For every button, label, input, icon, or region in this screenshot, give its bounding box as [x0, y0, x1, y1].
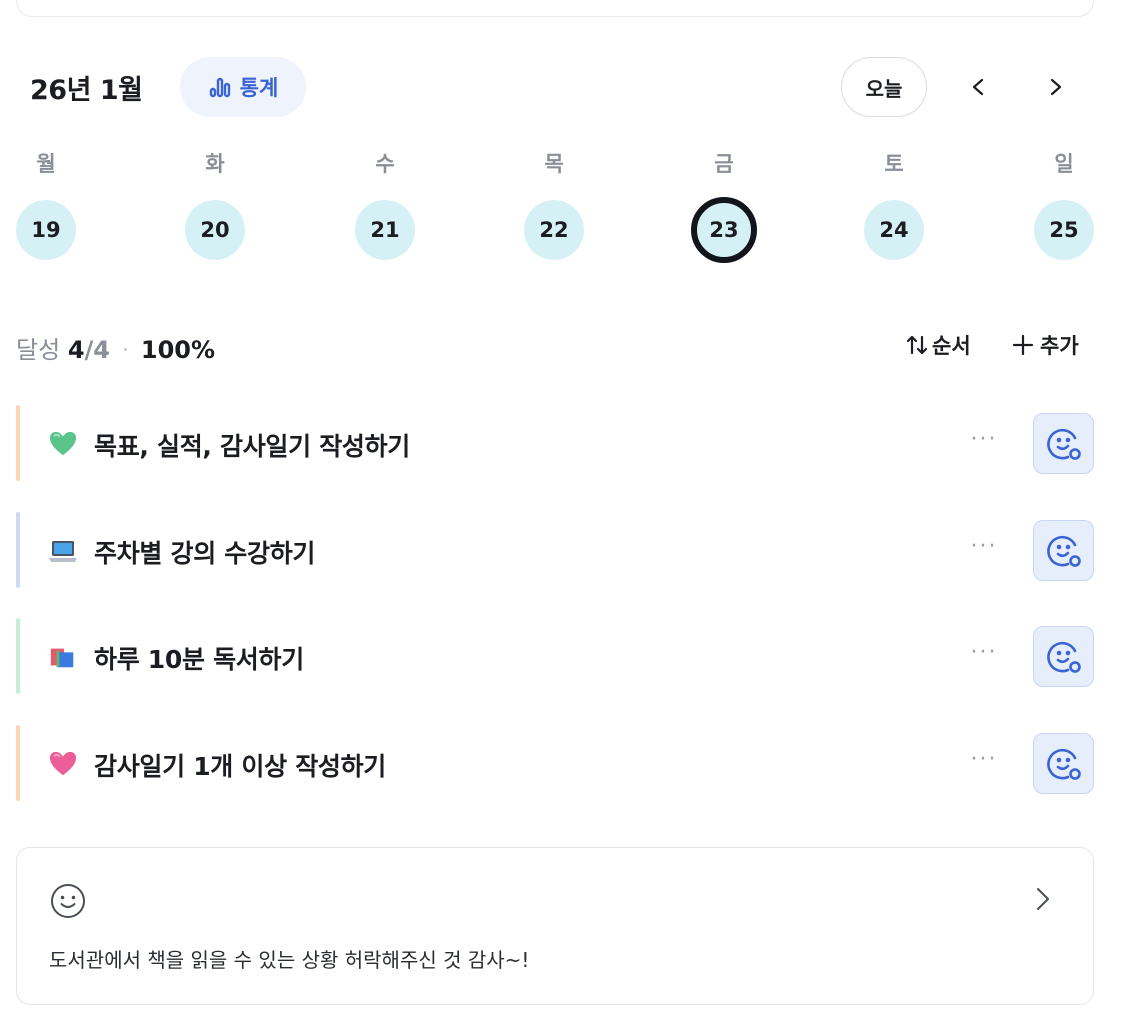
- weekday-sat: 토: [884, 152, 904, 176]
- bar-chart-icon: [209, 77, 230, 98]
- note-text: 도서관에서 책을 읽을 수 있는 상황 허락해주신 것 감사~!: [49, 948, 530, 972]
- add-habit-button[interactable]: 추가: [1012, 330, 1079, 360]
- habit-check-button[interactable]: [1033, 520, 1094, 581]
- month-title: 26년 1월: [30, 75, 143, 106]
- habit-item[interactable]: 목표, 실적, 감사일기 작성하기 ···: [16, 405, 1094, 481]
- habit-item[interactable]: 주차별 강의 수강하기 ···: [16, 512, 1094, 588]
- achievement-percent: 100%: [140, 336, 216, 364]
- habit-color-bar: [16, 512, 20, 588]
- more-options-button[interactable]: ···: [964, 427, 1004, 457]
- day-19[interactable]: 19: [16, 200, 76, 260]
- habit-item[interactable]: 감사일기 1개 이상 작성하기 ···: [16, 725, 1094, 801]
- weekday-sun: 일: [1054, 152, 1074, 176]
- habit-check-button[interactable]: [1033, 413, 1094, 474]
- day-21[interactable]: 21: [355, 200, 415, 260]
- more-options-button[interactable]: ···: [964, 534, 1004, 564]
- habit-check-button[interactable]: [1033, 626, 1094, 687]
- weekday-mon: 월: [36, 152, 56, 176]
- weekday-wed: 수: [375, 152, 395, 176]
- reorder-button[interactable]: 순서: [906, 330, 971, 360]
- habit-color-bar: [16, 405, 20, 481]
- chevron-right-icon: [1037, 888, 1049, 910]
- gratitude-note-card[interactable]: 도서관에서 책을 읽을 수 있는 상황 허락해주신 것 감사~!: [16, 847, 1094, 1005]
- achievement-done: 4: [67, 336, 85, 364]
- previous-card: [16, 0, 1094, 17]
- smile-icon: [51, 884, 85, 918]
- achievement-summary: 달성 4/4 · 100%: [16, 330, 215, 365]
- prev-week-button[interactable]: [956, 57, 1000, 117]
- weekday-thu: 목: [544, 152, 564, 176]
- sort-arrows-icon: [906, 335, 928, 355]
- day-22[interactable]: 22: [524, 200, 584, 260]
- more-options-button[interactable]: ···: [964, 747, 1004, 777]
- pink-heart-icon: [48, 749, 78, 779]
- habit-item[interactable]: 하루 10분 독서하기 ···: [16, 618, 1094, 694]
- habit-label: 하루 10분 독서하기: [94, 645, 304, 674]
- day-24[interactable]: 24: [864, 200, 924, 260]
- more-options-button[interactable]: ···: [964, 640, 1004, 670]
- separator-dot: ·: [121, 336, 130, 364]
- smile-face-check-icon: [1046, 535, 1081, 567]
- habit-label: 주차별 강의 수강하기: [94, 539, 316, 568]
- chevron-left-icon: [972, 78, 984, 96]
- day-20[interactable]: 20: [185, 200, 245, 260]
- chevron-right-icon: [1050, 78, 1062, 96]
- next-week-button[interactable]: [1034, 57, 1078, 117]
- stats-button[interactable]: 통계: [180, 57, 306, 117]
- calendar-header: 26년 1월 통계 오늘: [30, 56, 1094, 118]
- laptop-icon: [48, 536, 78, 566]
- weekday-fri: 금: [714, 152, 734, 176]
- reorder-label: 순서: [932, 334, 971, 358]
- habit-label: 목표, 실적, 감사일기 작성하기: [94, 432, 411, 461]
- habit-label: 감사일기 1개 이상 작성하기: [94, 752, 387, 781]
- smile-face-check-icon: [1046, 748, 1081, 780]
- weekday-tue: 화: [205, 152, 225, 176]
- achievement-total: /4: [84, 336, 110, 364]
- plus-icon: [1012, 334, 1034, 356]
- achievement-label: 달성: [16, 336, 61, 364]
- add-label: 추가: [1040, 334, 1079, 358]
- habit-color-bar: [16, 725, 20, 801]
- habit-check-button[interactable]: [1033, 733, 1094, 794]
- smile-face-check-icon: [1046, 641, 1081, 673]
- today-button[interactable]: 오늘: [841, 57, 927, 117]
- day-25[interactable]: 25: [1034, 200, 1094, 260]
- day-23-selected[interactable]: 23: [691, 197, 757, 263]
- habit-color-bar: [16, 618, 20, 694]
- green-heart-icon: [48, 429, 78, 459]
- books-icon: [48, 642, 78, 672]
- stats-label: 통계: [239, 76, 279, 100]
- smile-face-check-icon: [1046, 428, 1081, 460]
